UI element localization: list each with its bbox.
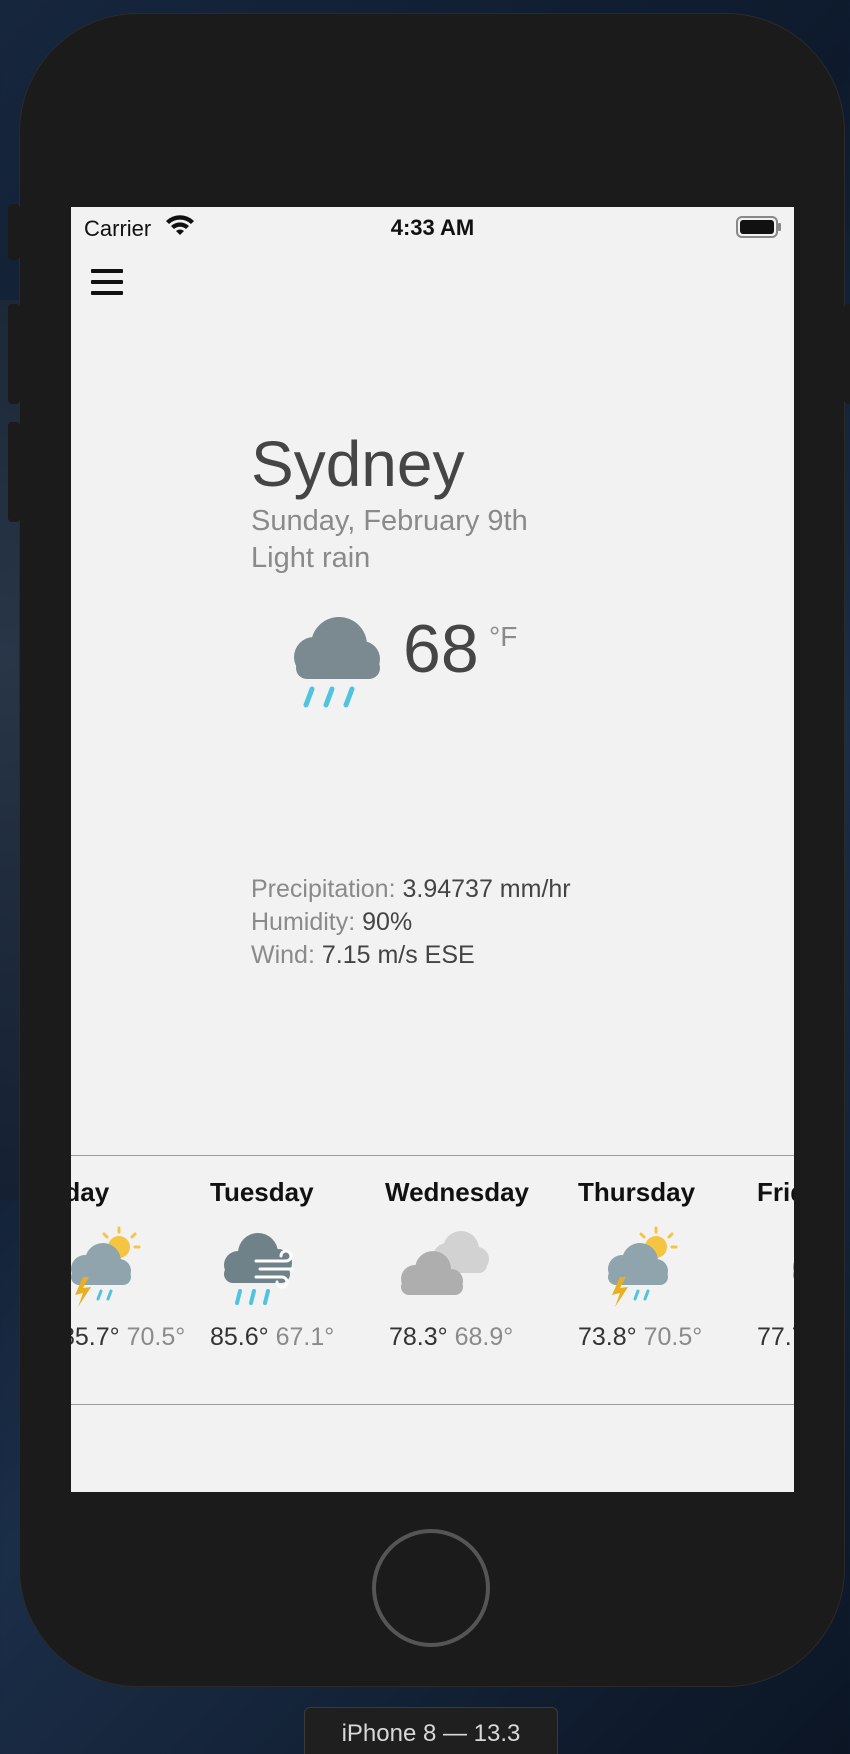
forecast-day-name: Thursday [578, 1177, 696, 1207]
city-name: Sydney [251, 428, 465, 500]
power-button [844, 304, 850, 404]
humidity-label: Humidity: [251, 908, 356, 936]
wind-value: 7.15 m/s ESE [321, 941, 475, 969]
current-date: Sunday, February 9th [251, 505, 528, 537]
forecast-day-temps: 78.3° 68.9° [389, 1323, 513, 1352]
forecast-day-name: Tuesday [210, 1177, 314, 1207]
wind-row: Wind: 7.15 m/s ESE [251, 941, 475, 970]
status-time: 4:33 AM [390, 215, 475, 240]
forecast-low: 70.5° [643, 1323, 703, 1351]
forecast-high: 85.6° [210, 1323, 269, 1351]
current-temperature: 68 [403, 611, 479, 687]
humidity-value: 90% [362, 908, 413, 936]
menu-hamburger-icon[interactable] [91, 269, 123, 299]
mute-switch [8, 204, 20, 260]
forecast-low: 70.5° [126, 1323, 186, 1351]
forecast-day-name: Wednesday [385, 1177, 530, 1207]
forecast-bottom-divider [71, 1404, 794, 1405]
forecast-day-temps: 77.7° [757, 1323, 794, 1352]
precipitation-row: Precipitation: 3.94737 mm/hr [251, 875, 571, 904]
status-bar: Carrier 4:33 AM [71, 207, 794, 247]
precipitation-value: 3.94737 mm/hr [402, 875, 571, 903]
battery-icon [736, 216, 782, 243]
forecast-high: 85.7° [71, 1323, 120, 1351]
forecast-high: 78.3° [389, 1323, 448, 1351]
weather-condition: Light rain [251, 542, 371, 574]
wind-label: Wind: [251, 941, 315, 969]
forecast-day-temps: 85.6° 67.1° [210, 1323, 334, 1352]
precipitation-label: Precipitation: [251, 875, 396, 903]
forecast-high: 73.8° [578, 1323, 637, 1351]
temperature-unit: °F [489, 621, 518, 652]
forecast-day-temps: 85.7° 70.5° [71, 1323, 185, 1352]
forecast-low: 67.1° [275, 1323, 335, 1351]
volume-up-button [8, 304, 20, 404]
app-screen: Carrier 4:33 AM Sydney Sunday, February … [71, 207, 794, 1492]
cloudy-icon [395, 1225, 491, 1314]
home-button[interactable] [372, 1529, 490, 1647]
forecast-day-name: Friday [757, 1177, 794, 1207]
thunderstorm-sun-icon [598, 1225, 682, 1314]
forecast-low: 68.9° [454, 1323, 514, 1351]
simulator-device-label: iPhone 8 — 13.3 [304, 1707, 558, 1754]
cloud-icon [781, 1225, 794, 1314]
thunderstorm-sun-icon [71, 1225, 145, 1314]
light-rain-icon [284, 607, 388, 716]
forecast-day-name: Monday [71, 1177, 110, 1207]
forecast-high: 77.7° [757, 1323, 794, 1351]
forecast-day-temps: 73.8° 70.5° [578, 1323, 702, 1352]
humidity-row: Humidity: 90% [251, 908, 412, 937]
windy-rain-icon [218, 1225, 302, 1314]
forecast-scroll-strip[interactable]: Monday 85.7° [71, 1155, 794, 1403]
volume-down-button [8, 422, 20, 522]
